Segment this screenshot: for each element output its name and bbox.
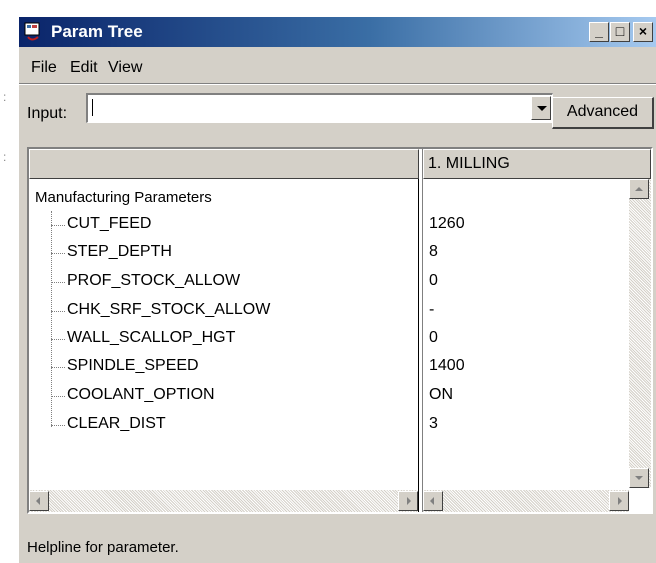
value-clear-dist[interactable]: 3 xyxy=(429,415,438,433)
tree-branch-line xyxy=(51,396,65,397)
desktop-edge: : : xyxy=(0,0,18,563)
value-step-depth[interactable]: 8 xyxy=(429,243,438,261)
param-tree-window: Param Tree _ □ × File Edit View Input: A… xyxy=(18,16,656,563)
parameter-grid: Manufacturing Parameters CUT_FEED STEP_D… xyxy=(27,147,653,514)
text-cursor xyxy=(92,99,93,116)
scroll-down-button[interactable] xyxy=(629,468,649,488)
vertical-scrollbar[interactable] xyxy=(629,179,651,488)
helpline-text: Helpline for parameter. xyxy=(27,539,179,556)
tree-branch-line xyxy=(51,282,65,283)
scroll-right-button[interactable] xyxy=(609,491,629,511)
combo-dropdown-button[interactable] xyxy=(531,96,551,120)
chevron-down-icon xyxy=(537,106,547,111)
param-name: CHK_SRF_STOCK_ALLOW xyxy=(67,301,271,318)
scroll-left-button[interactable] xyxy=(423,491,443,511)
right-horizontal-scrollbar[interactable] xyxy=(423,490,629,512)
arrow-up-icon xyxy=(635,187,643,191)
arrow-down-icon xyxy=(635,476,643,480)
parameter-name-pane[interactable]: Manufacturing Parameters CUT_FEED STEP_D… xyxy=(29,149,419,512)
value-wall-scallop-hgt[interactable]: 0 xyxy=(429,329,438,347)
column-header-parameter[interactable] xyxy=(29,149,419,179)
app-icon xyxy=(24,22,40,41)
value-spindle-speed[interactable]: 1400 xyxy=(429,357,465,375)
scroll-right-button[interactable] xyxy=(398,491,418,511)
parameter-value-pane[interactable]: 1. MILLING 1260 8 0 - 0 1400 ON 3 xyxy=(422,149,651,512)
tree-connector-line xyxy=(51,211,52,427)
tree-root-manufacturing-parameters[interactable]: Manufacturing Parameters xyxy=(35,189,212,206)
param-name: CLEAR_DIST xyxy=(67,415,166,432)
arrow-right-icon xyxy=(407,497,411,505)
param-name: STEP_DEPTH xyxy=(67,243,172,260)
menu-separator xyxy=(19,83,656,85)
menu-bar: File Edit View xyxy=(19,53,656,81)
value-chk-srf-stock-allow[interactable]: - xyxy=(429,301,434,319)
value-cut-feed[interactable]: 1260 xyxy=(429,215,465,233)
menu-view[interactable]: View xyxy=(108,59,142,77)
title-bar[interactable]: Param Tree _ □ × xyxy=(19,17,656,47)
scroll-left-button[interactable] xyxy=(29,491,49,511)
scroll-up-button[interactable] xyxy=(629,179,649,199)
tree-branch-line xyxy=(51,225,65,226)
param-name: CUT_FEED xyxy=(67,215,152,232)
tree-branch-line xyxy=(51,425,65,426)
window-title: Param Tree xyxy=(51,22,143,41)
close-button[interactable]: × xyxy=(633,22,653,42)
column-header-milling[interactable]: 1. MILLING xyxy=(423,149,651,179)
menu-edit[interactable]: Edit xyxy=(70,59,98,77)
value-coolant-option[interactable]: ON xyxy=(429,386,453,404)
param-name: COOLANT_OPTION xyxy=(67,386,215,403)
minimize-button[interactable]: _ xyxy=(589,22,609,42)
param-name: PROF_STOCK_ALLOW xyxy=(67,272,241,289)
tree-branch-line xyxy=(51,367,65,368)
value-prof-stock-allow[interactable]: 0 xyxy=(429,272,438,290)
tree-branch-line xyxy=(51,253,65,254)
param-name: SPINDLE_SPEED xyxy=(67,357,199,374)
param-name: WALL_SCALLOP_HGT xyxy=(67,329,236,346)
left-horizontal-scrollbar[interactable] xyxy=(29,490,418,512)
arrow-right-icon xyxy=(618,497,622,505)
arrow-left-icon xyxy=(430,497,434,505)
tree-branch-line xyxy=(51,311,65,312)
arrow-left-icon xyxy=(36,497,40,505)
maximize-button[interactable]: □ xyxy=(610,22,630,42)
menu-file[interactable]: File xyxy=(31,59,57,77)
advanced-button[interactable]: Advanced xyxy=(552,97,654,129)
tree-branch-line xyxy=(51,339,65,340)
input-label: Input: xyxy=(27,105,68,122)
input-combobox[interactable] xyxy=(86,93,553,123)
